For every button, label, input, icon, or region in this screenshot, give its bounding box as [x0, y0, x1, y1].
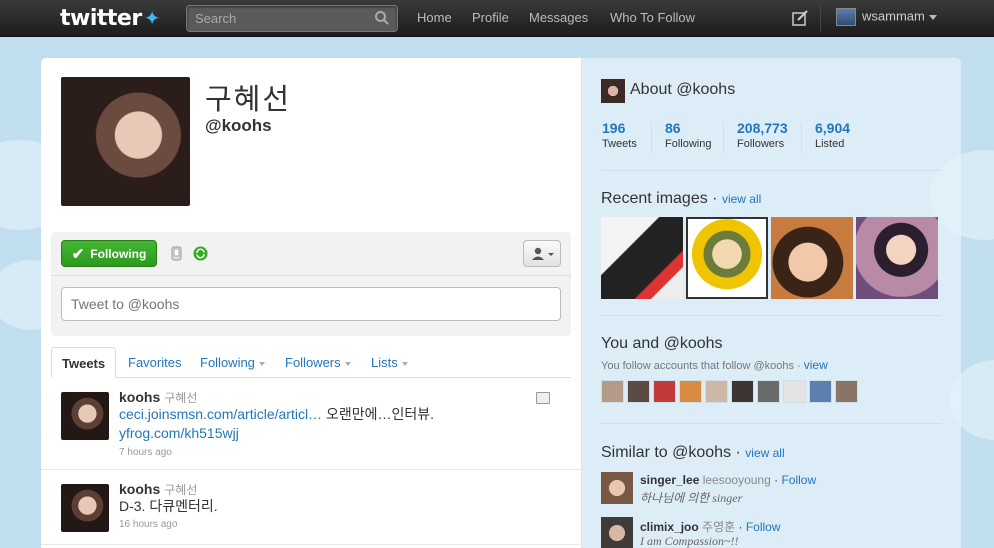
similar-user-name[interactable]: singer_lee	[640, 473, 699, 487]
similar-user: climix_joo 주영훈 · Follow	[640, 520, 781, 534]
similar-follow-link[interactable]: Follow	[746, 520, 781, 534]
recent-image-thumb[interactable]	[771, 217, 853, 299]
retweets-toggle-icon[interactable]	[193, 246, 208, 261]
tweet-avatar[interactable]	[61, 392, 109, 440]
chevron-down-icon	[344, 361, 351, 366]
divider	[723, 122, 724, 154]
divider	[601, 423, 942, 424]
tweet-avatar[interactable]	[61, 484, 109, 532]
about-title: About @koohs	[630, 81, 736, 98]
tab-tweets[interactable]: Tweets	[51, 347, 117, 378]
follower-avatar[interactable]	[653, 380, 676, 403]
tweet-timestamp[interactable]: 16 hours ago	[119, 519, 177, 530]
account-menu[interactable]: wsammam	[836, 8, 937, 26]
tab-following[interactable]: Following	[200, 347, 265, 378]
bird-icon: ✦	[143, 6, 161, 30]
account-username: wsammam	[862, 8, 925, 24]
tweet-text: D-3. 다큐멘터리.	[119, 498, 218, 514]
follower-avatar[interactable]	[835, 380, 858, 403]
nav-home[interactable]: Home	[417, 10, 452, 25]
stat-followers[interactable]: 208,773 Followers	[737, 120, 788, 150]
similar-title: Similar to @koohs · view all	[601, 444, 785, 461]
recent-image-thumb[interactable]	[856, 217, 938, 299]
similar-user: singer_lee leesooyoung · Follow	[640, 473, 817, 487]
dashboard-sidebar: About @koohs 196 Tweets 86 Following 208,7…	[581, 58, 961, 548]
follower-avatar[interactable]	[783, 380, 806, 403]
check-icon: ✔	[71, 245, 85, 263]
similar-user-bio: 하나님에 의한 singer	[640, 491, 743, 505]
top-bar: twitter✦ Home Profile Messages Who To Fo…	[0, 0, 994, 37]
you-follow-text: You follow accounts that follow @koohs ·…	[601, 358, 828, 372]
following-button[interactable]: ✔ Following	[61, 240, 157, 267]
tweet-text-line2: yfrog.com/kh515wjj	[119, 424, 239, 443]
similar-user-name[interactable]: climix_joo	[640, 520, 699, 534]
divider	[601, 170, 942, 171]
profile-name: 구혜선	[205, 82, 292, 116]
profile-avatar[interactable]	[61, 77, 190, 206]
following-button-label: Following	[90, 246, 147, 261]
profile-actions: ✔ Following	[51, 232, 571, 336]
twitter-logo[interactable]: twitter ✦	[60, 6, 160, 31]
tweet-item[interactable]: koohs 구혜선 D-3. 다큐멘터리. 16 hours ago	[41, 470, 581, 545]
divider	[601, 315, 942, 316]
recent-images-view-all[interactable]: view all	[722, 192, 761, 206]
follower-avatar[interactable]	[809, 380, 832, 403]
compose-tweet-icon[interactable]	[791, 9, 809, 27]
mini-avatar	[601, 79, 625, 103]
topbar-divider	[820, 4, 821, 32]
tweet-item[interactable]: koohs 구혜선 ceci.joinsmsn.com/article/artic…	[41, 378, 581, 470]
similar-view-all[interactable]: view all	[745, 446, 784, 460]
tab-lists[interactable]: Lists	[371, 347, 408, 378]
similar-user-avatar[interactable]	[601, 517, 633, 548]
profile-tabs: Tweets Favorites Following Followers Lis…	[51, 347, 571, 378]
user-avatar	[836, 8, 856, 26]
tweet-author[interactable]: koohs 구혜선	[119, 481, 197, 498]
chevron-down-icon	[258, 361, 265, 366]
follower-avatar[interactable]	[679, 380, 702, 403]
tab-favorites[interactable]: Favorites	[128, 347, 181, 378]
user-actions-menu[interactable]	[523, 240, 561, 267]
similar-user-bio: I am Compassion~!!	[640, 534, 739, 548]
tweet-link[interactable]: yfrog.com/kh515wjj	[119, 425, 239, 441]
tweet-to-input[interactable]	[62, 288, 560, 320]
chevron-down-icon	[928, 14, 937, 20]
stat-tweets[interactable]: 196 Tweets	[602, 120, 637, 150]
similar-follow-link[interactable]: Follow	[781, 473, 816, 487]
follower-avatar[interactable]	[731, 380, 754, 403]
tweet-link[interactable]: ceci.joinsmsn.com/article/articl…	[119, 406, 322, 422]
divider	[51, 275, 571, 276]
recent-image-thumb[interactable]	[601, 217, 683, 299]
follower-avatar[interactable]	[601, 380, 624, 403]
chevron-down-icon	[401, 361, 408, 366]
stat-listed[interactable]: 6,904 Listed	[815, 120, 850, 150]
search-box	[186, 5, 398, 32]
divider	[651, 122, 652, 154]
tweet-timestamp[interactable]: 7 hours ago	[119, 447, 172, 458]
tweet-author[interactable]: koohs 구혜선	[119, 389, 197, 406]
tweet-text: ceci.joinsmsn.com/article/articl… 오랜만에…인…	[119, 406, 435, 422]
nav-profile[interactable]: Profile	[472, 10, 509, 25]
you-follow-view-link[interactable]: view	[804, 358, 828, 372]
recent-images-title: Recent images · view all	[601, 190, 762, 207]
device-updates-icon[interactable]	[169, 246, 184, 261]
person-icon	[532, 247, 554, 260]
nav-who-to-follow[interactable]: Who To Follow	[610, 10, 695, 25]
stat-following[interactable]: 86 Following	[665, 120, 711, 150]
recent-image-thumb[interactable]	[686, 217, 768, 299]
media-icon[interactable]	[536, 392, 550, 404]
divider	[801, 122, 802, 154]
follower-avatar[interactable]	[705, 380, 728, 403]
search-input[interactable]	[187, 6, 367, 31]
tweet-to-box	[61, 287, 561, 321]
nav-messages[interactable]: Messages	[529, 10, 588, 25]
tab-followers[interactable]: Followers	[285, 347, 351, 378]
search-icon[interactable]	[374, 10, 390, 26]
profile-handle: @koohs	[205, 116, 272, 135]
profile-main: 구혜선 @koohs ✔ Following Tweets Favorites F…	[41, 58, 581, 548]
similar-user-avatar[interactable]	[601, 472, 633, 504]
you-and-title: You and @koohs	[601, 335, 723, 352]
follower-avatar[interactable]	[627, 380, 650, 403]
follower-avatar[interactable]	[757, 380, 780, 403]
